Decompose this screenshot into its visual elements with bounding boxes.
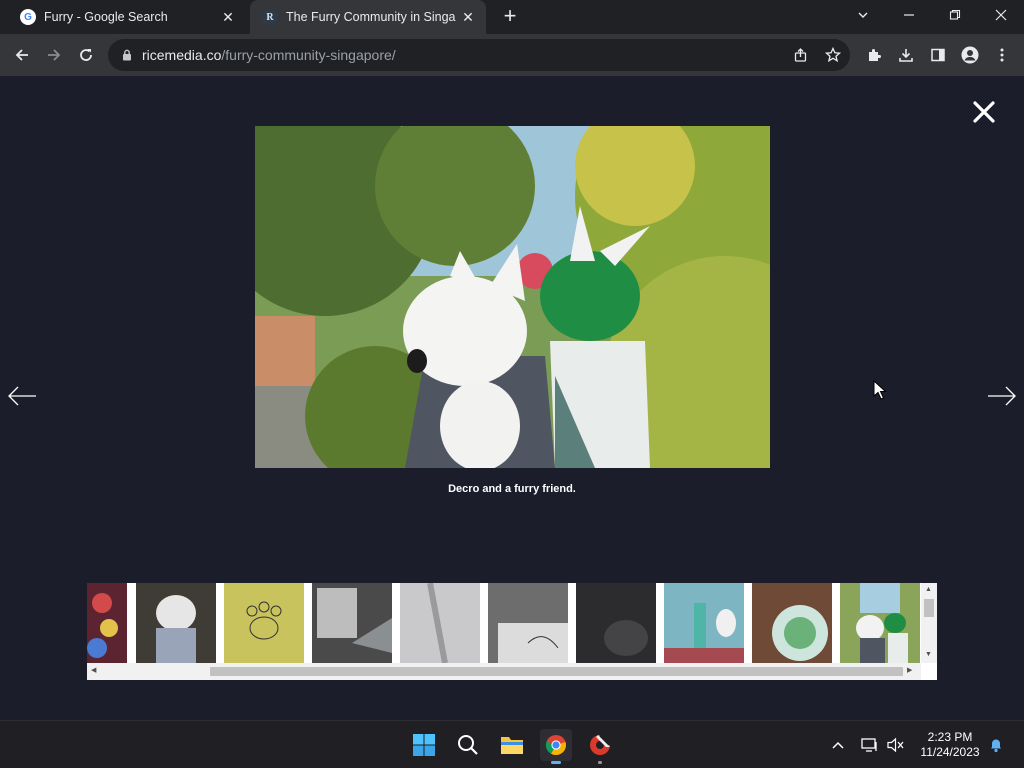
mouse-cursor-icon — [873, 380, 887, 400]
url-host: ricemedia.co — [142, 47, 222, 63]
download-icon[interactable] — [892, 41, 920, 69]
scroll-up-icon[interactable]: ▲ — [925, 586, 932, 594]
menu-kebab-icon[interactable] — [988, 41, 1016, 69]
horizontal-scroll-thumb[interactable] — [210, 667, 903, 676]
tab-google-search[interactable]: G Furry - Google Search ✕ — [8, 0, 246, 34]
notification-bell-icon[interactable] — [986, 735, 1006, 755]
lock-icon[interactable] — [120, 48, 134, 62]
vertical-scroll-thumb[interactable] — [924, 599, 934, 617]
chrome-icon[interactable] — [540, 729, 572, 764]
close-lightbox-icon[interactable] — [972, 100, 996, 124]
new-tab-button[interactable]: + — [498, 5, 522, 29]
start-windows-icon[interactable] — [408, 729, 440, 761]
file-explorer-icon[interactable] — [496, 729, 528, 761]
thumb-dark-object[interactable] — [576, 583, 656, 663]
scroll-left-icon[interactable]: ◀ — [91, 667, 96, 675]
url-text[interactable]: ricemedia.co/furry-community-singapore/ — [142, 47, 396, 63]
thumb-green-plate[interactable] — [752, 583, 832, 663]
search-icon[interactable] — [452, 729, 484, 761]
bookmark-star-icon[interactable] — [823, 45, 843, 65]
windows-taskbar: 2:23 PM 11/24/2023 — [0, 720, 1024, 768]
ricemedia-favicon-icon: R — [262, 9, 278, 25]
main-photo — [255, 126, 770, 468]
side-panel-icon[interactable] — [924, 41, 952, 69]
active-app-indicator — [551, 761, 561, 764]
browser-tab-strip: G Furry - Google Search ✕ R The Furry Co… — [0, 0, 1024, 34]
tab-search-icon[interactable] — [840, 0, 886, 30]
browser-toolbar: ricemedia.co/furry-community-singapore/ — [0, 34, 1024, 76]
extensions-puzzle-icon[interactable] — [860, 41, 888, 69]
thumbnail-strip: ▲ ▼ ◀ ▶ — [87, 583, 937, 680]
tab-furry-community[interactable]: R The Furry Community in Singapore ✕ — [250, 0, 486, 34]
thumbnail-list — [87, 583, 921, 663]
thumb-paw-sketch[interactable] — [224, 583, 304, 663]
scroll-down-icon[interactable]: ▼ — [925, 651, 932, 659]
image-lightbox: Decro and a furry friend. ▲ ▼ ◀ ▶ — [0, 76, 1024, 720]
clock-time: 2:23 PM — [927, 730, 973, 744]
tab-title: Furry - Google Search — [44, 10, 168, 24]
volume-muted-icon[interactable] — [886, 735, 906, 755]
system-clock[interactable]: 2:23 PM 11/24/2023 — [910, 730, 990, 760]
back-arrow-icon[interactable] — [8, 41, 36, 69]
reload-icon[interactable] — [72, 41, 100, 69]
close-tab-icon[interactable]: ✕ — [460, 9, 476, 25]
address-bar[interactable]: ricemedia.co/furry-community-singapore/ — [108, 39, 850, 71]
close-tab-icon[interactable]: ✕ — [220, 9, 236, 25]
previous-arrow-icon[interactable] — [7, 384, 37, 408]
next-arrow-icon[interactable] — [987, 384, 1017, 408]
scroll-right-icon[interactable]: ▶ — [907, 667, 912, 675]
close-window-icon[interactable] — [978, 0, 1024, 30]
restore-icon[interactable] — [932, 0, 978, 30]
thumb-comic-poster[interactable] — [664, 583, 744, 663]
profile-avatar-icon[interactable] — [956, 41, 984, 69]
thumbnail-horizontal-scrollbar[interactable]: ◀ ▶ — [87, 663, 921, 680]
forward-arrow-icon[interactable] — [40, 41, 68, 69]
running-app-indicator — [598, 761, 602, 764]
photo-caption: Decro and a furry friend. — [448, 483, 576, 495]
thumb-drawing-paper[interactable] — [488, 583, 568, 663]
thumb-decro-friend[interactable] — [838, 583, 921, 663]
clock-date: 11/24/2023 — [920, 745, 980, 759]
minimize-icon[interactable] — [886, 0, 932, 30]
chevron-up-icon[interactable] — [828, 735, 848, 755]
url-path: /furry-community-singapore/ — [221, 47, 396, 63]
thumb-costume-crowd[interactable] — [87, 583, 127, 663]
google-favicon-icon: G — [20, 9, 36, 25]
thumb-fursuit-wolf[interactable] — [136, 583, 216, 663]
ccleaner-icon[interactable] — [584, 729, 616, 764]
thumb-white-fabric[interactable] — [400, 583, 480, 663]
share-icon[interactable] — [791, 45, 811, 65]
thumb-desk-tablet[interactable] — [312, 583, 392, 663]
network-display-icon[interactable] — [860, 735, 880, 755]
tab-title: The Furry Community in Singapore — [286, 10, 456, 24]
thumbnail-vertical-scrollbar[interactable]: ▲ ▼ — [921, 583, 937, 663]
